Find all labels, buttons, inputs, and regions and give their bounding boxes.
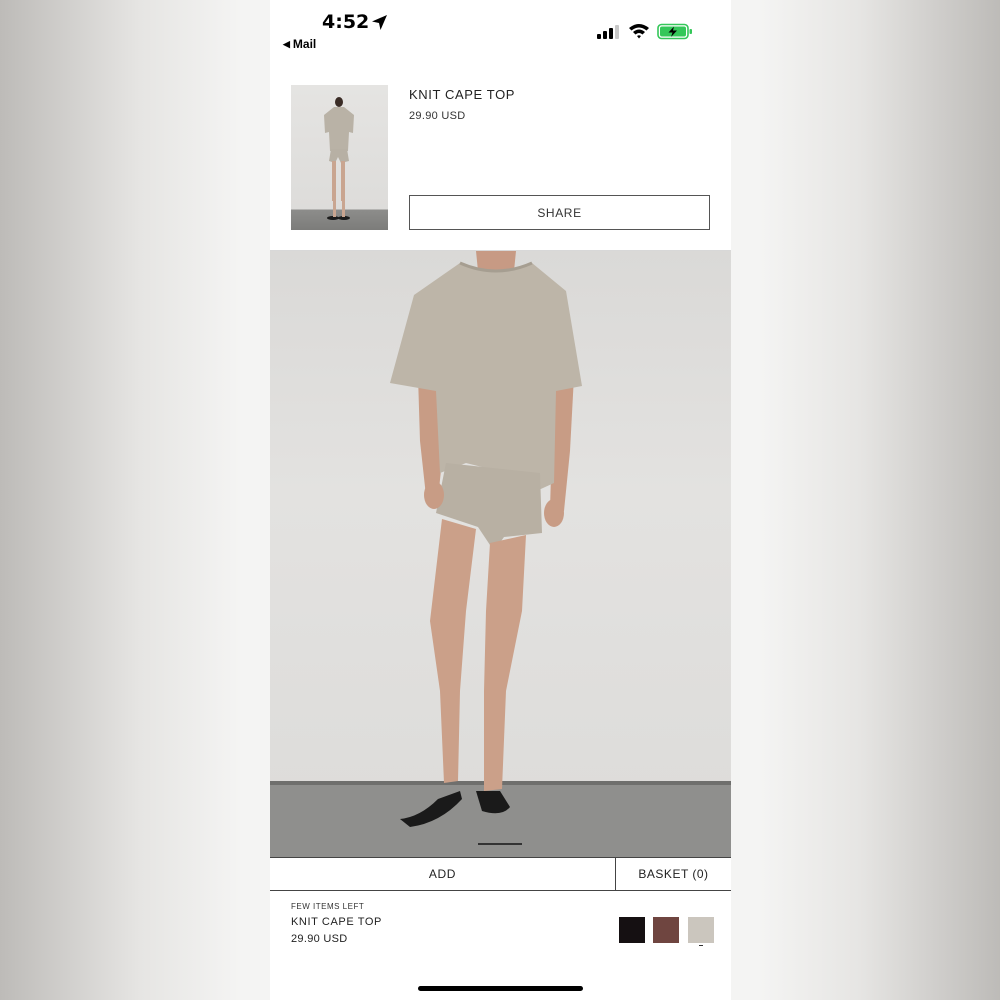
product-photo-illustration [270,251,731,857]
selected-swatch-indicator [699,945,703,946]
color-swatch-brown[interactable] [653,917,679,943]
action-bar: ADD BASKET (0) [270,857,731,891]
back-to-mail-button[interactable]: ◀ Mail [283,37,316,51]
color-swatch-stone[interactable] [688,917,714,943]
status-bar: 4:52 ◀ Mail [270,0,731,60]
add-button[interactable]: ADD [270,858,616,890]
battery-charging-icon [657,23,692,40]
color-swatch-black[interactable] [619,917,645,943]
main-product-image[interactable] [270,251,731,857]
phone-screen: 4:52 ◀ Mail KNIT CAPE TOP 29.90 USD SHAR… [270,0,731,1000]
product-thumbnail[interactable] [291,85,388,230]
thumbnail-model-figure [324,97,354,220]
home-indicator[interactable] [418,986,583,991]
share-button[interactable]: SHARE [409,195,710,230]
stock-note: FEW ITEMS LEFT [291,902,365,911]
product-title: KNIT CAPE TOP [409,87,516,102]
basket-button[interactable]: BASKET (0) [616,858,731,890]
footer-product-title: KNIT CAPE TOP [291,916,382,928]
status-time: 4:52 [322,11,370,33]
product-price: 29.90 USD [409,110,466,122]
back-arrow-icon: ◀ [283,38,290,49]
footer-product-price: 29.90 USD [291,933,348,945]
wifi-icon [629,24,649,39]
location-arrow-icon [372,15,387,30]
cellular-signal-icon [597,25,619,39]
back-label: Mail [292,37,317,51]
